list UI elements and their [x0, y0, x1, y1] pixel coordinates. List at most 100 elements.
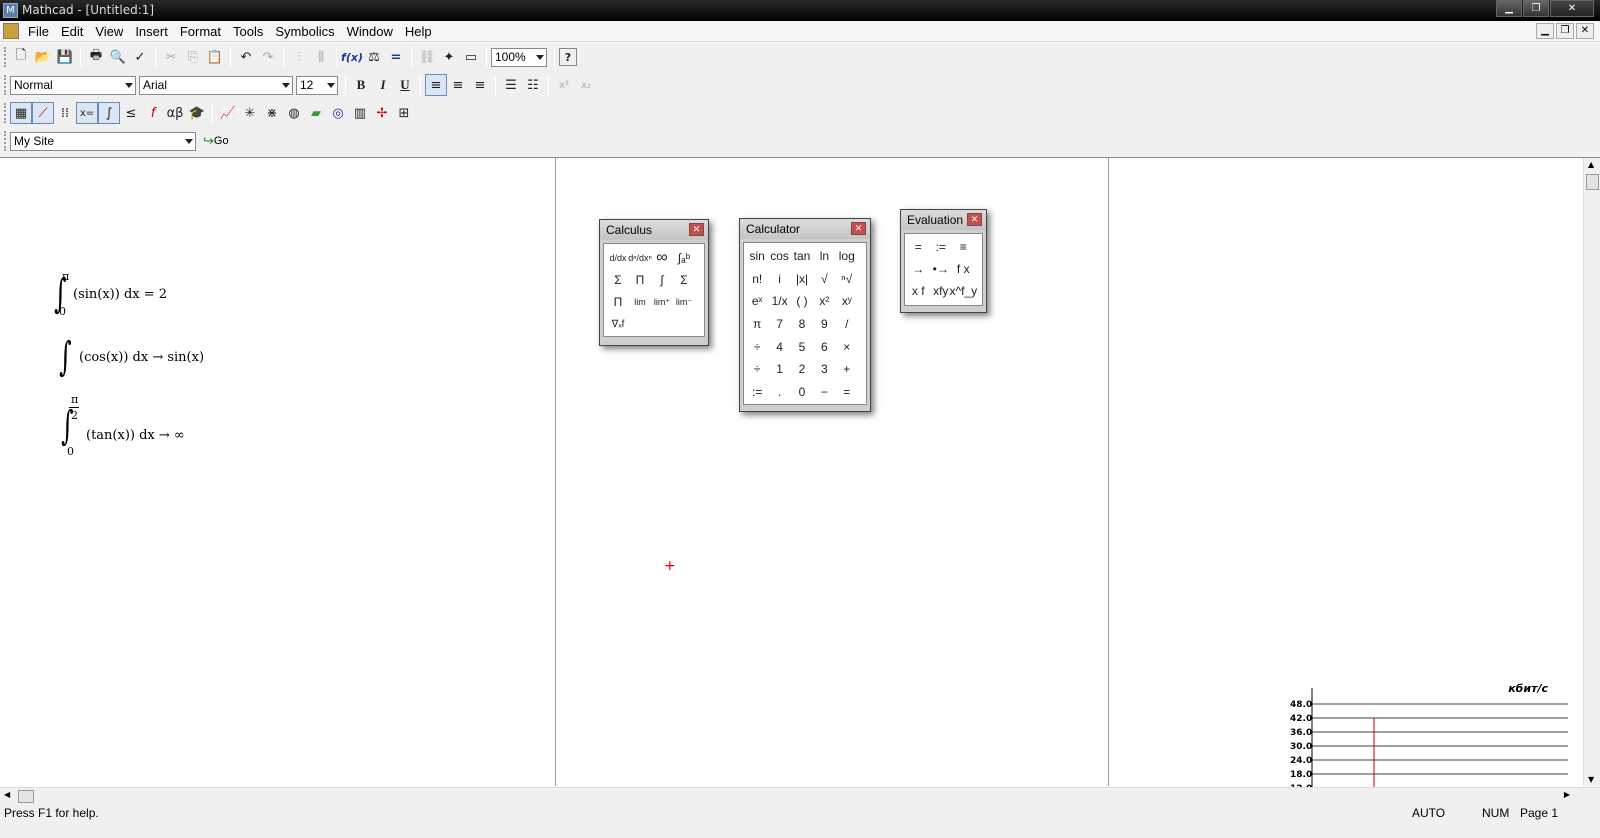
calculator-key[interactable]: := — [746, 381, 768, 404]
cut-icon[interactable]: ✂ — [160, 46, 182, 68]
print-icon[interactable]: 🖶 — [85, 46, 107, 68]
align-center-icon[interactable]: ≡ — [447, 74, 469, 96]
evaluation-palette[interactable]: Evaluation ✕ =:= ≡ → •→ f xx f xfy x^f_y — [900, 209, 987, 313]
gradient-button[interactable]: ∇ₓf — [607, 313, 629, 335]
horizontal-scroll-thumb[interactable] — [18, 790, 34, 803]
toolbar-grip[interactable] — [4, 131, 8, 151]
calculator-key[interactable]: 1 — [768, 358, 790, 381]
menu-view[interactable]: View — [95, 24, 123, 39]
insert-hyperlink-icon[interactable]: ⛓ — [416, 46, 438, 68]
calculator-key[interactable]: sin — [746, 245, 768, 268]
toolbar-grip[interactable] — [4, 75, 8, 95]
calculator-key[interactable]: cos — [768, 245, 790, 268]
calculator-key[interactable]: 5 — [791, 335, 813, 358]
calculator-key[interactable]: ln — [813, 245, 835, 268]
save-icon[interactable]: 💾 — [54, 46, 76, 68]
menu-help[interactable]: Help — [405, 24, 432, 39]
go-button[interactable]: ↪ Go — [203, 133, 229, 149]
calculator-key[interactable]: 8 — [791, 313, 813, 336]
calculator-key[interactable]: x² — [813, 290, 835, 313]
mathcad-app-icon[interactable]: M — [3, 3, 18, 18]
font-select[interactable]: Arial — [139, 75, 293, 95]
bullets-icon[interactable]: ☰ — [500, 74, 522, 96]
animate-icon[interactable]: ⊞ — [393, 102, 415, 124]
evaluation-key[interactable]: x f — [907, 280, 930, 302]
left-limit-button[interactable]: lim⁻ — [673, 291, 695, 313]
calculator-key[interactable]: − — [813, 381, 835, 404]
3d-scatter-icon[interactable]: ◎ — [327, 102, 349, 124]
vertical-scroll-thumb[interactable] — [1586, 174, 1599, 190]
italic-button[interactable]: I — [372, 74, 394, 96]
calculator-key[interactable]: ( ) — [791, 290, 813, 313]
calculator-key[interactable]: tan — [791, 245, 813, 268]
calculator-key[interactable]: / — [836, 313, 858, 336]
calculator-key[interactable]: 3 — [813, 358, 835, 381]
range-sum-button[interactable]: Σ — [673, 269, 695, 291]
integral-tan-region[interactable]: ∫ π 2 0 (tan(x)) dx → ∞ — [57, 393, 277, 463]
print-preview-icon[interactable]: 🔍 — [107, 46, 129, 68]
integral-cos-region[interactable]: ∫ (cos(x)) dx → sin(x) — [55, 333, 275, 383]
palette-title-bar[interactable]: Calculator ✕ — [740, 219, 870, 239]
insert-function-icon[interactable]: f(x) — [341, 46, 363, 68]
doc-restore-button[interactable]: ❐ — [1556, 23, 1574, 39]
numbering-icon[interactable]: ☷ — [522, 74, 544, 96]
calculate-icon[interactable]: = — [385, 46, 407, 68]
redo-icon[interactable]: ↷ — [257, 46, 279, 68]
limit-button[interactable]: lim — [629, 291, 651, 313]
close-icon[interactable]: ✕ — [967, 213, 982, 226]
scroll-down-icon[interactable]: ▼ — [1588, 775, 1594, 784]
calculator-key[interactable]: |x| — [791, 268, 813, 291]
new-icon[interactable]: 🗋 — [10, 46, 32, 68]
calculator-palette[interactable]: Calculator ✕ sin cos tan ln log n! i |x| √ ⁿ√ eˣ 1/… — [739, 218, 871, 412]
menu-edit[interactable]: Edit — [61, 24, 83, 39]
horizontal-scrollbar[interactable]: ◀ ▶ — [0, 787, 1600, 804]
superscript-icon[interactable]: x² — [553, 74, 575, 96]
scroll-left-icon[interactable]: ◀ — [4, 790, 10, 799]
calculator-key[interactable]: + — [836, 358, 858, 381]
product-button[interactable]: Π — [629, 269, 651, 291]
symbolic-toolbar-icon[interactable]: 🎓 — [186, 102, 208, 124]
font-size-select[interactable]: 12 — [296, 75, 338, 95]
copy-icon[interactable]: ⎘ — [182, 46, 204, 68]
style-select[interactable]: Normal — [10, 75, 136, 95]
graph-toolbar-icon[interactable]: ⟋ — [32, 102, 54, 124]
paste-icon[interactable]: 📋 — [204, 46, 226, 68]
palette-title-bar[interactable]: Calculus ✕ — [600, 220, 708, 240]
scroll-up-icon[interactable]: ▲ — [1588, 160, 1594, 169]
range-product-button[interactable]: Π — [607, 291, 629, 313]
document-icon[interactable] — [3, 23, 19, 39]
close-icon[interactable]: ✕ — [851, 222, 866, 235]
calculator-key[interactable]: 2 — [791, 358, 813, 381]
calculator-key[interactable]: 9 — [813, 313, 835, 336]
evaluation-key[interactable]: → — [907, 258, 930, 280]
calculator-key[interactable]: 7 — [768, 313, 790, 336]
scroll-right-icon[interactable]: ▶ — [1564, 790, 1570, 799]
menu-symbolics[interactable]: Symbolics — [275, 24, 334, 39]
integral-sin-region[interactable]: ∫ π 0 (sin(x)) dx = 2 — [50, 270, 250, 320]
calculator-key[interactable]: . — [768, 381, 790, 404]
vector-field-icon[interactable]: ▥ — [349, 102, 371, 124]
palette-title-bar[interactable]: Evaluation ✕ — [901, 210, 986, 230]
calculator-key[interactable]: π — [746, 313, 768, 336]
evaluation-key[interactable]: x^f_y — [949, 280, 977, 302]
align-down-icon[interactable]: ⫼ — [310, 46, 332, 68]
calculator-key[interactable]: ⁿ√ — [836, 268, 858, 291]
doc-minimize-button[interactable]: ▁ — [1536, 23, 1554, 39]
calculator-toolbar-icon[interactable]: ▦ — [10, 102, 32, 124]
spell-check-icon[interactable]: ✓ — [129, 46, 151, 68]
close-icon[interactable]: ✕ — [689, 223, 704, 236]
calculator-key[interactable]: n! — [746, 268, 768, 291]
evaluation-key[interactable]: := — [930, 236, 953, 258]
insert-unit-icon[interactable]: ⚖ — [363, 46, 385, 68]
calculator-key[interactable]: 4 — [768, 335, 790, 358]
open-icon[interactable]: 📂 — [32, 46, 54, 68]
evaluation-key[interactable]: •→ — [930, 258, 953, 280]
plot-wizard-icon[interactable]: ✢ — [371, 102, 393, 124]
doc-close-button[interactable]: ✕ — [1576, 23, 1594, 39]
boolean-toolbar-icon[interactable]: ≤ — [120, 102, 142, 124]
calculus-palette[interactable]: Calculus ✕ d/dx dⁿ/dxⁿ ∞ ∫ₐᵇ Σ Π ∫ Σ Π l… — [599, 219, 709, 346]
component-wizard-icon[interactable]: ✦ — [438, 46, 460, 68]
vertical-scrollbar[interactable]: ▲ ▼ — [1583, 158, 1600, 786]
contour-plot-icon[interactable]: ◍ — [283, 102, 305, 124]
toolbar-grip[interactable] — [4, 47, 8, 67]
